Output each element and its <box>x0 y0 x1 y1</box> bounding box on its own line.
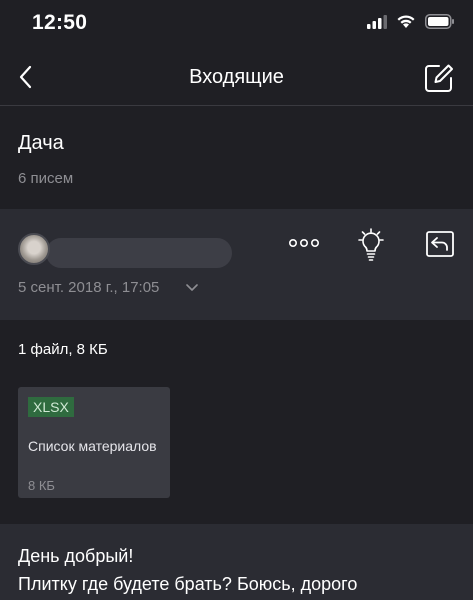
lightbulb-icon[interactable] <box>354 226 388 266</box>
message-header[interactable]: 5 сент. 2018 г., 17:05 <box>0 209 473 320</box>
message-date[interactable]: 5 сент. 2018 г., 17:05 <box>18 279 159 296</box>
compose-icon[interactable] <box>423 62 455 94</box>
file-type-badge: XLSX <box>28 397 74 417</box>
body-text-line: Плитку где будете брать? Боюсь, дорого <box>18 574 358 594</box>
sender-name[interactable] <box>46 238 232 268</box>
wifi-icon <box>397 15 415 28</box>
file-name: Список материалов <box>28 438 157 454</box>
status-time: 12:50 <box>32 11 88 34</box>
reply-icon[interactable] <box>424 228 456 260</box>
cellular-signal-icon <box>367 14 387 29</box>
file-size: 8 КБ <box>28 478 55 493</box>
thread-message-count: 6 писем <box>18 170 74 187</box>
body-text-line: День добрый! <box>18 546 134 566</box>
attachment-card[interactable]: XLSX Список материалов 8 КБ <box>18 387 170 498</box>
thread-subject: Дача <box>18 132 64 154</box>
avatar[interactable] <box>18 233 50 265</box>
status-bar: 12:50 <box>0 0 473 48</box>
more-icon[interactable] <box>284 228 324 258</box>
navigation-bar: Входящие <box>0 48 473 106</box>
battery-icon <box>425 14 454 29</box>
chevron-down-icon[interactable] <box>186 284 198 292</box>
message-body: День добрый! Плитку где будете брать? Бо… <box>0 524 473 600</box>
thread-header: Дача 6 писем <box>0 107 473 208</box>
attachments-summary: 1 файл, 8 КБ <box>18 341 108 358</box>
attachments-section: 1 файл, 8 КБ XLSX Список материалов 8 КБ <box>0 321 473 523</box>
status-icons <box>367 14 455 29</box>
page-title: Входящие <box>189 66 284 88</box>
